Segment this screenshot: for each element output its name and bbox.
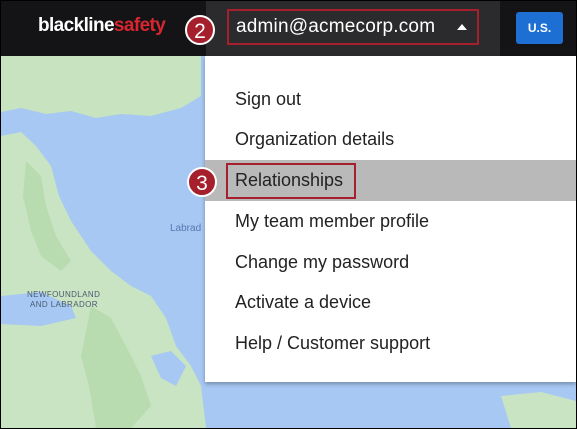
- menu-item-activate-device[interactable]: Activate a device: [205, 282, 576, 323]
- screenshot-frame: NEWFOUNDLAND AND LABRADOR Labrad blackli…: [0, 0, 577, 429]
- map-region-label: AND LABRADOR: [30, 300, 98, 309]
- account-menu-button[interactable]: admin@acmecorp.com: [227, 9, 479, 45]
- menu-item-change-password[interactable]: Change my password: [205, 242, 576, 283]
- account-dropdown-menu: Sign out Organization details Relationsh…: [205, 56, 576, 382]
- caret-up-icon: [457, 24, 467, 30]
- menu-item-label: Help / Customer support: [235, 333, 431, 353]
- callout-badge-3: 3: [187, 167, 217, 197]
- menu-item-label: Sign out: [235, 89, 302, 109]
- callout-highlight-box: [226, 163, 356, 199]
- menu-item-organization-details[interactable]: Organization details: [205, 119, 576, 160]
- callout-badge-2: 2: [185, 15, 215, 45]
- menu-item-label: My team member profile: [235, 211, 430, 231]
- menu-item-relationships[interactable]: Relationships: [205, 160, 576, 201]
- menu-item-sign-out[interactable]: Sign out: [205, 79, 576, 120]
- map-water-label: Labrad: [170, 223, 202, 234]
- brand-logo-part1: blackline: [38, 15, 115, 36]
- menu-item-label: Change my password: [235, 252, 410, 272]
- menu-item-team-member-profile[interactable]: My team member profile: [205, 201, 576, 242]
- menu-item-label: Activate a device: [235, 292, 372, 312]
- menu-item-label: Organization details: [235, 129, 395, 149]
- menu-item-help-support[interactable]: Help / Customer support: [205, 323, 576, 364]
- account-email: admin@acmecorp.com: [236, 16, 436, 37]
- region-button[interactable]: U.S.: [516, 12, 563, 44]
- map-region-label: NEWFOUNDLAND: [27, 290, 101, 299]
- top-bar: blacklinesafety admin@acmecorp.com U.S.: [1, 1, 576, 56]
- brand-logo-part2: safety: [113, 15, 166, 36]
- brand-logo[interactable]: blacklinesafety: [38, 14, 166, 38]
